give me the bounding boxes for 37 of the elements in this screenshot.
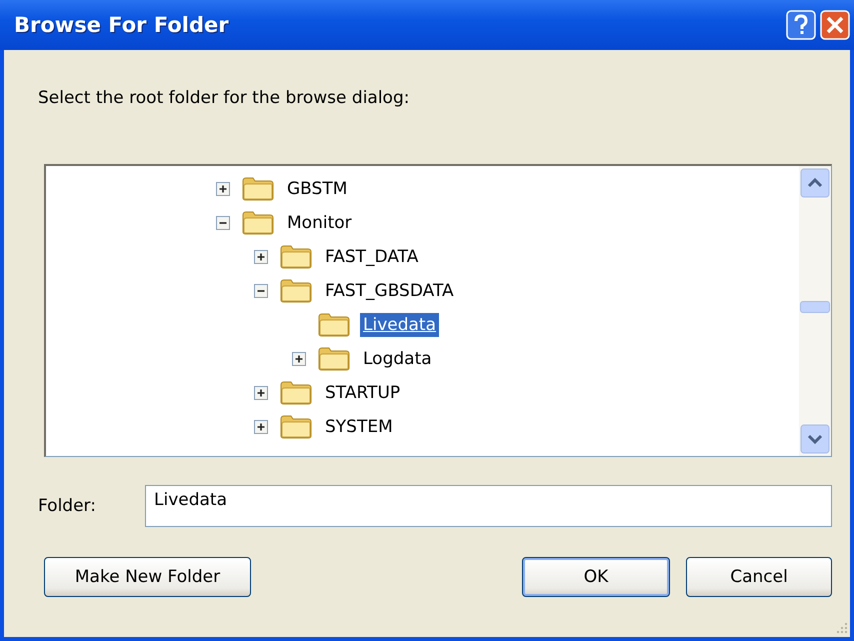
- folder-item[interactable]: FAST_DATA: [322, 245, 422, 269]
- dialog-button[interactable]: Cancel: [686, 557, 832, 597]
- folder-icon: [280, 415, 312, 439]
- folder-item[interactable]: GBSTM: [284, 177, 350, 201]
- expand-icon[interactable]: [254, 420, 268, 434]
- dialog-button[interactable]: Make New Folder: [44, 557, 251, 597]
- folder-icon: [280, 381, 312, 405]
- folder-icon: [280, 245, 312, 269]
- folder-icon: [280, 279, 312, 303]
- scrollbar[interactable]: [799, 166, 831, 456]
- close-icon[interactable]: [820, 10, 850, 40]
- folder-item[interactable]: Monitor: [284, 211, 355, 235]
- folder-icon: [318, 347, 350, 371]
- collapse-icon[interactable]: [216, 216, 230, 230]
- expand-icon[interactable]: [216, 182, 230, 196]
- folder-item[interactable]: Livedata: [360, 313, 440, 337]
- folder-item[interactable]: STARTUP: [322, 381, 404, 405]
- folder-item[interactable]: FAST_GBSDATA: [322, 279, 457, 303]
- instruction-text: Select the root folder for the browse dialog:: [38, 88, 410, 108]
- folder-item[interactable]: Logdata: [360, 347, 435, 371]
- expand-icon[interactable]: [254, 250, 268, 264]
- folder-icon: [318, 313, 350, 337]
- collapse-icon[interactable]: [254, 284, 268, 298]
- default-button[interactable]: OK: [522, 557, 670, 597]
- expand-icon[interactable]: [292, 352, 306, 366]
- scroll-up-icon[interactable]: [800, 168, 830, 198]
- folder-icon: [242, 211, 274, 235]
- window-title: Browse For Folder: [14, 13, 229, 37]
- expand-icon[interactable]: [254, 386, 268, 400]
- scroll-down-icon[interactable]: [800, 424, 830, 454]
- folder-input[interactable]: Livedata: [145, 485, 832, 527]
- resize-grip-icon[interactable]: [834, 621, 848, 635]
- folder-icon: [242, 177, 274, 201]
- folder-item[interactable]: SYSTEM: [322, 415, 396, 439]
- help-icon[interactable]: [786, 10, 816, 40]
- scroll-thumb[interactable]: [800, 301, 830, 313]
- folder-label: Folder:: [38, 496, 97, 516]
